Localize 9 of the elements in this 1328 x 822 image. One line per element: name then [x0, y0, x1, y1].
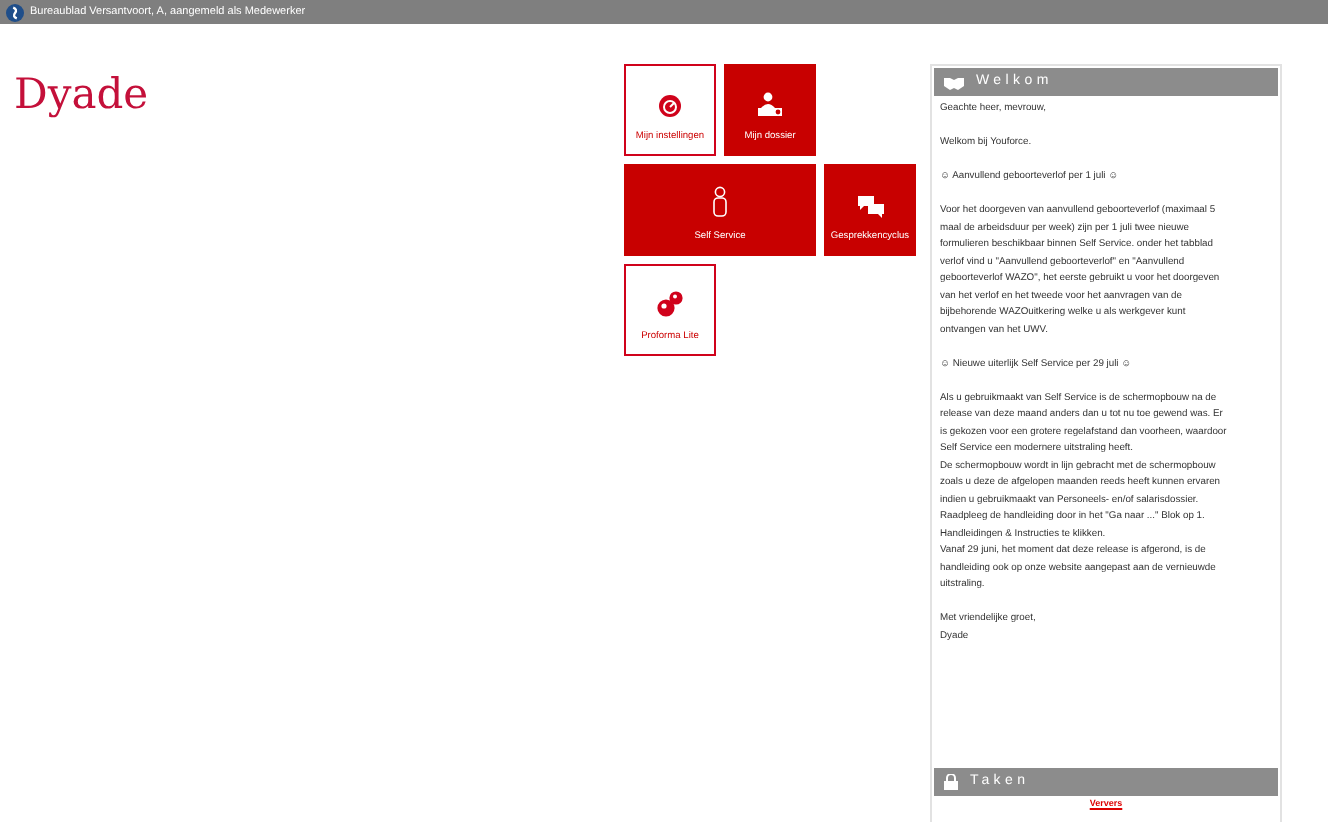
logo: Dyade — [14, 74, 149, 116]
person-at-desk-icon — [756, 92, 784, 119]
person-icon — [712, 186, 728, 219]
speech-bubbles-icon — [855, 194, 885, 219]
spheres-icon — [656, 290, 684, 319]
padlock-icon — [944, 774, 958, 790]
handshake-icon — [944, 75, 964, 89]
app-logo-icon — [6, 3, 24, 21]
gauge-icon — [658, 94, 682, 119]
